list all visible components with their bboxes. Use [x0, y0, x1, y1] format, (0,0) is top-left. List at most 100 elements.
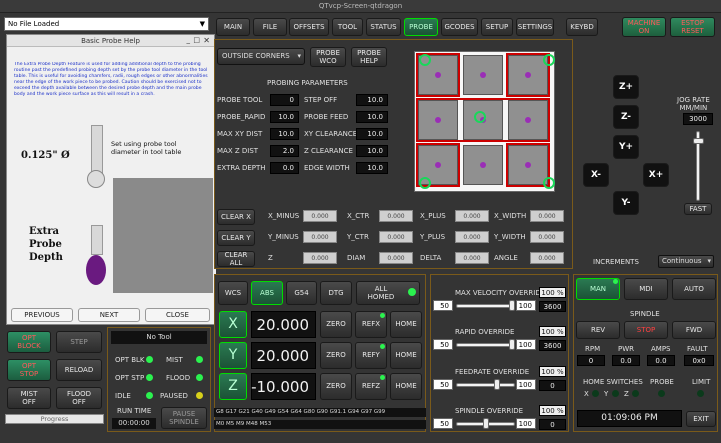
param-value[interactable]: 0: [270, 94, 299, 106]
param-value[interactable]: 10.0: [356, 145, 388, 157]
home-y-button[interactable]: HOME: [390, 342, 422, 369]
jog-z-plus-button[interactable]: Z+: [613, 75, 639, 99]
file-select[interactable]: No File Loaded ▼: [4, 17, 209, 31]
minimize-icon[interactable]: _: [187, 36, 191, 44]
increments-select[interactable]: Continuous ▾: [658, 255, 714, 268]
mode-led: [613, 279, 618, 284]
probe-help-button[interactable]: PROBE HELP: [351, 47, 387, 67]
override-slider[interactable]: [456, 304, 515, 308]
previous-button[interactable]: PREVIOUS: [11, 308, 73, 322]
machine-on-button[interactable]: MACHINE ON: [622, 17, 666, 37]
override-min[interactable]: 50: [433, 339, 453, 350]
home-z-button[interactable]: HOME: [390, 373, 422, 400]
zero-x-button[interactable]: ZERO: [320, 311, 352, 338]
axis-y-button[interactable]: Y: [219, 342, 247, 369]
override-min[interactable]: 50: [433, 418, 453, 429]
tab-gcodes[interactable]: GCODES: [441, 18, 478, 36]
spindle-rev-button[interactable]: REV: [576, 321, 620, 339]
exit-button[interactable]: EXIT: [686, 411, 716, 427]
override-max[interactable]: 100: [516, 339, 536, 350]
override-knob[interactable]: [483, 418, 489, 429]
jog-y-plus-button[interactable]: Y+: [613, 135, 639, 159]
next-button[interactable]: NEXT: [78, 308, 140, 322]
override-max[interactable]: 100: [516, 418, 536, 429]
probe-mode-select[interactable]: OUTSIDE CORNERS ▾: [217, 48, 305, 65]
param-value[interactable]: 10.0: [270, 111, 299, 123]
result-value: 0.000: [303, 252, 337, 264]
param-value[interactable]: 0.0: [270, 162, 299, 174]
progress-bar: Progress: [5, 414, 104, 424]
tab-keybd[interactable]: KEYBD: [566, 18, 598, 36]
param-value[interactable]: 10.0: [356, 162, 388, 174]
param-value[interactable]: 10.0: [356, 111, 388, 123]
tab-probe[interactable]: PROBE: [404, 18, 438, 36]
override-value: 3600: [539, 301, 566, 312]
pause-spindle-button[interactable]: PAUSE SPINDLE: [161, 407, 207, 429]
axis-x-button[interactable]: X: [219, 311, 247, 338]
spindle-fwd-button[interactable]: FWD: [672, 321, 716, 339]
clear-x-button[interactable]: CLEAR X: [217, 209, 255, 225]
override-max[interactable]: 100: [516, 300, 536, 311]
tab-main[interactable]: MAIN: [216, 18, 250, 36]
tab-setup[interactable]: SETUP: [481, 18, 513, 36]
tab-offsets[interactable]: OFFSETS: [289, 18, 329, 36]
home-x-button[interactable]: HOME: [390, 311, 422, 338]
mist-button[interactable]: MIST OFF: [7, 387, 51, 409]
tab-status[interactable]: STATUS: [366, 18, 401, 36]
param-value[interactable]: 10.0: [356, 94, 388, 106]
dtg-button[interactable]: DTG: [320, 281, 352, 305]
reload-button[interactable]: RELOAD: [56, 359, 102, 381]
override-min[interactable]: 50: [433, 379, 453, 390]
close-button[interactable]: CLOSE: [145, 308, 210, 322]
estop-reset-button[interactable]: ESTOP RESET: [670, 17, 715, 37]
result-label: Z: [268, 254, 273, 262]
jog-rate-knob[interactable]: [693, 138, 704, 144]
param-value[interactable]: 10.0: [356, 128, 388, 140]
tab-file[interactable]: FILE: [253, 18, 287, 36]
override-knob[interactable]: [509, 339, 515, 350]
jog-x-plus-button[interactable]: X+: [643, 163, 669, 187]
clear-y-button[interactable]: CLEAR Y: [217, 230, 255, 246]
probe-target-icon: [419, 54, 431, 66]
fast-button[interactable]: FAST: [684, 203, 712, 215]
zero-z-button[interactable]: ZERO: [320, 373, 352, 400]
override-knob[interactable]: [509, 300, 515, 311]
home-z-label: Z: [624, 390, 629, 398]
zero-y-button[interactable]: ZERO: [320, 342, 352, 369]
jog-rate-value[interactable]: 3000: [683, 113, 713, 125]
jog-y-minus-button[interactable]: Y-: [613, 191, 639, 215]
override-slider[interactable]: [456, 343, 515, 347]
auto-button[interactable]: AUTO: [672, 278, 716, 300]
result-value: 0.000: [379, 231, 413, 243]
jog-x-minus-button[interactable]: X-: [583, 163, 609, 187]
wcs-button[interactable]: WCS: [218, 281, 248, 305]
result-value: 0.000: [455, 252, 489, 264]
probe-stylus-lower: [91, 225, 103, 255]
override-slider[interactable]: [456, 383, 515, 387]
g54-button[interactable]: G54: [286, 281, 317, 305]
tab-tool[interactable]: TOOL: [332, 18, 363, 36]
param-value[interactable]: 10.0: [270, 128, 299, 140]
result-label: Y_MINUS: [268, 233, 299, 241]
close-icon[interactable]: ✕: [203, 36, 210, 45]
param-value[interactable]: 2.0: [270, 145, 299, 157]
clear-all-button[interactable]: CLEAR ALL: [217, 251, 255, 267]
override-min[interactable]: 50: [433, 300, 453, 311]
opt-stop-button[interactable]: OPT STOP: [7, 359, 51, 381]
pwr-value: 0.0: [612, 355, 640, 366]
maximize-icon[interactable]: □: [193, 36, 200, 44]
jog-z-minus-button[interactable]: Z-: [613, 105, 639, 129]
opt-block-button[interactable]: OPT BLOCK: [7, 331, 51, 353]
tab-settings[interactable]: SETTINGS: [516, 18, 554, 36]
axis-z-button[interactable]: Z: [219, 373, 247, 400]
mdi-button[interactable]: MDI: [624, 278, 668, 300]
abs-button[interactable]: ABS: [251, 281, 283, 305]
override-max[interactable]: 100: [516, 379, 536, 390]
fault-value: 0x0: [684, 355, 714, 366]
spindle-stop-button[interactable]: STOP: [624, 321, 668, 339]
step-button[interactable]: STEP: [56, 331, 102, 353]
flood-button[interactable]: FLOOD OFF: [56, 387, 102, 409]
override-knob[interactable]: [494, 379, 500, 390]
probe-wco-button[interactable]: PROBE WCO: [310, 47, 346, 67]
fault-label: FAULT: [687, 345, 708, 353]
